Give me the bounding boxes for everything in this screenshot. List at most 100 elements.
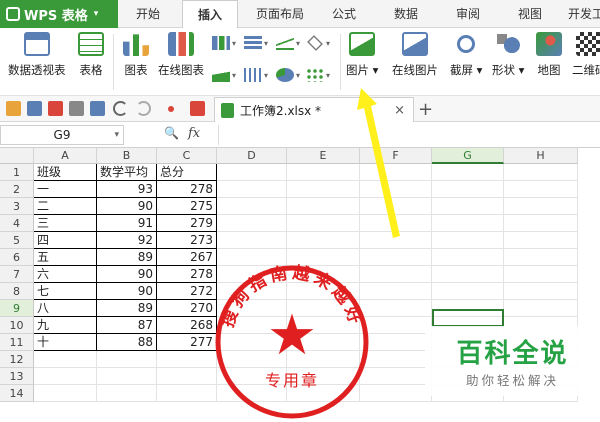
screenshot-button[interactable]: 截屏 ▾ (450, 32, 482, 78)
online-chart-button[interactable]: 在线图表 (158, 32, 204, 78)
empty-cell[interactable] (217, 164, 287, 181)
name-box[interactable]: G9 ▾ (0, 125, 124, 145)
document-tab[interactable]: 工作簿2.xlsx * × (214, 97, 414, 122)
table-cell[interactable]: 一 (34, 181, 97, 198)
close-icon[interactable]: × (394, 103, 405, 118)
online-picture-button[interactable]: 在线图片 (392, 32, 438, 78)
table-cell[interactable]: 272 (157, 283, 217, 300)
formula-input[interactable] (218, 125, 600, 145)
table-cell[interactable]: 90 (97, 283, 157, 300)
line-chart-dropdown[interactable]: ▾ (276, 34, 306, 52)
column-header-c[interactable]: C (157, 148, 217, 164)
row-header-4[interactable]: 4 (0, 215, 34, 232)
empty-cell[interactable] (432, 198, 504, 215)
tab-formulas[interactable]: 公式 (320, 0, 368, 28)
empty-cell[interactable] (287, 198, 360, 215)
table-cell[interactable]: 五 (34, 249, 97, 266)
select-all-corner[interactable] (0, 148, 34, 164)
empty-cell[interactable] (360, 181, 432, 198)
empty-cell[interactable] (287, 232, 360, 249)
table-cell[interactable]: 89 (97, 249, 157, 266)
table-cell[interactable]: 277 (157, 334, 217, 351)
row-header-13[interactable]: 13 (0, 368, 34, 385)
table-cell[interactable]: 91 (97, 215, 157, 232)
save-icon[interactable] (27, 101, 42, 116)
empty-cell[interactable] (504, 198, 578, 215)
tab-review[interactable]: 审阅 (444, 0, 492, 28)
column-header-f[interactable]: F (360, 148, 432, 164)
tab-home[interactable]: 开始 (122, 0, 174, 28)
undo-icon[interactable] (113, 101, 128, 116)
map-button[interactable]: 地图 (536, 32, 562, 78)
row-header-7[interactable]: 7 (0, 266, 34, 283)
table-cell[interactable]: 278 (157, 181, 217, 198)
empty-cell[interactable] (360, 215, 432, 232)
table-cell[interactable]: 九 (34, 317, 97, 334)
function-icon[interactable]: fx (188, 126, 200, 141)
table-cell[interactable]: 275 (157, 198, 217, 215)
column-header-d[interactable]: D (217, 148, 287, 164)
column-header-h[interactable]: H (504, 148, 578, 164)
column-header-a[interactable]: A (34, 148, 97, 164)
row-header-14[interactable]: 14 (0, 385, 34, 402)
column-header-e[interactable]: E (287, 148, 360, 164)
table-cell[interactable]: 十 (34, 334, 97, 351)
print-icon[interactable] (69, 101, 84, 116)
table-cell[interactable]: 六 (34, 266, 97, 283)
shapes-button[interactable]: 形状 ▾ (492, 32, 524, 78)
table-cell[interactable]: 273 (157, 232, 217, 249)
selected-cell-g9[interactable] (432, 309, 504, 327)
wps-doc-icon[interactable] (190, 101, 205, 116)
redo-icon[interactable] (136, 101, 151, 116)
tab-page-layout[interactable]: 页面布局 (246, 0, 314, 28)
empty-cell[interactable] (432, 232, 504, 249)
print-preview-icon[interactable] (90, 101, 105, 116)
empty-cell[interactable] (157, 351, 217, 368)
row-header-10[interactable]: 10 (0, 317, 34, 334)
empty-cell[interactable] (157, 368, 217, 385)
empty-cell[interactable] (432, 283, 504, 300)
empty-cell[interactable] (360, 198, 432, 215)
table-cell[interactable]: 三 (34, 215, 97, 232)
empty-cell[interactable] (360, 164, 432, 181)
empty-cell[interactable] (432, 249, 504, 266)
bar-chart-dropdown[interactable]: ▾ (244, 34, 274, 52)
empty-cell[interactable] (97, 351, 157, 368)
table-cell[interactable]: 270 (157, 300, 217, 317)
empty-cell[interactable] (157, 385, 217, 402)
table-cell[interactable]: 93 (97, 181, 157, 198)
empty-cell[interactable] (504, 249, 578, 266)
empty-cell[interactable] (217, 232, 287, 249)
tab-data[interactable]: 数据 (382, 0, 430, 28)
zoom-icon[interactable]: 🔍 (164, 126, 179, 140)
app-menu-button[interactable]: WPS 表格 ▾ (0, 0, 118, 28)
empty-cell[interactable] (504, 300, 578, 317)
pivot-table-button[interactable]: 数据透视表 (8, 32, 66, 78)
table-header-cell[interactable]: 班级 (34, 164, 97, 181)
table-cell[interactable]: 90 (97, 266, 157, 283)
picture-button[interactable]: 图片 ▾ (346, 32, 378, 78)
new-tab-button[interactable]: + (418, 99, 433, 120)
row-header-8[interactable]: 8 (0, 283, 34, 300)
open-folder-icon[interactable] (6, 101, 21, 116)
format-painter-icon[interactable] (168, 106, 174, 112)
table-header-cell[interactable]: 总分 (157, 164, 217, 181)
row-header-9[interactable]: 9 (0, 300, 34, 317)
qrcode-button[interactable]: 二维码 (572, 32, 600, 78)
tab-view[interactable]: 视图 (506, 0, 554, 28)
row-header-11[interactable]: 11 (0, 334, 34, 351)
empty-cell[interactable] (504, 164, 578, 181)
table-cell[interactable]: 90 (97, 198, 157, 215)
table-cell[interactable]: 278 (157, 266, 217, 283)
empty-cell[interactable] (432, 181, 504, 198)
empty-cell[interactable] (504, 266, 578, 283)
empty-cell[interactable] (34, 385, 97, 402)
empty-cell[interactable] (217, 181, 287, 198)
empty-cell[interactable] (360, 232, 432, 249)
area-chart-dropdown[interactable]: ▾ (212, 66, 242, 84)
chart-button[interactable]: 图表 (123, 32, 149, 78)
empty-cell[interactable] (432, 266, 504, 283)
table-header-cell[interactable]: 数学平均 (97, 164, 157, 181)
pie-chart-dropdown[interactable]: ▾ (276, 66, 306, 84)
scatter-chart-dropdown[interactable]: ▾ (306, 66, 336, 84)
